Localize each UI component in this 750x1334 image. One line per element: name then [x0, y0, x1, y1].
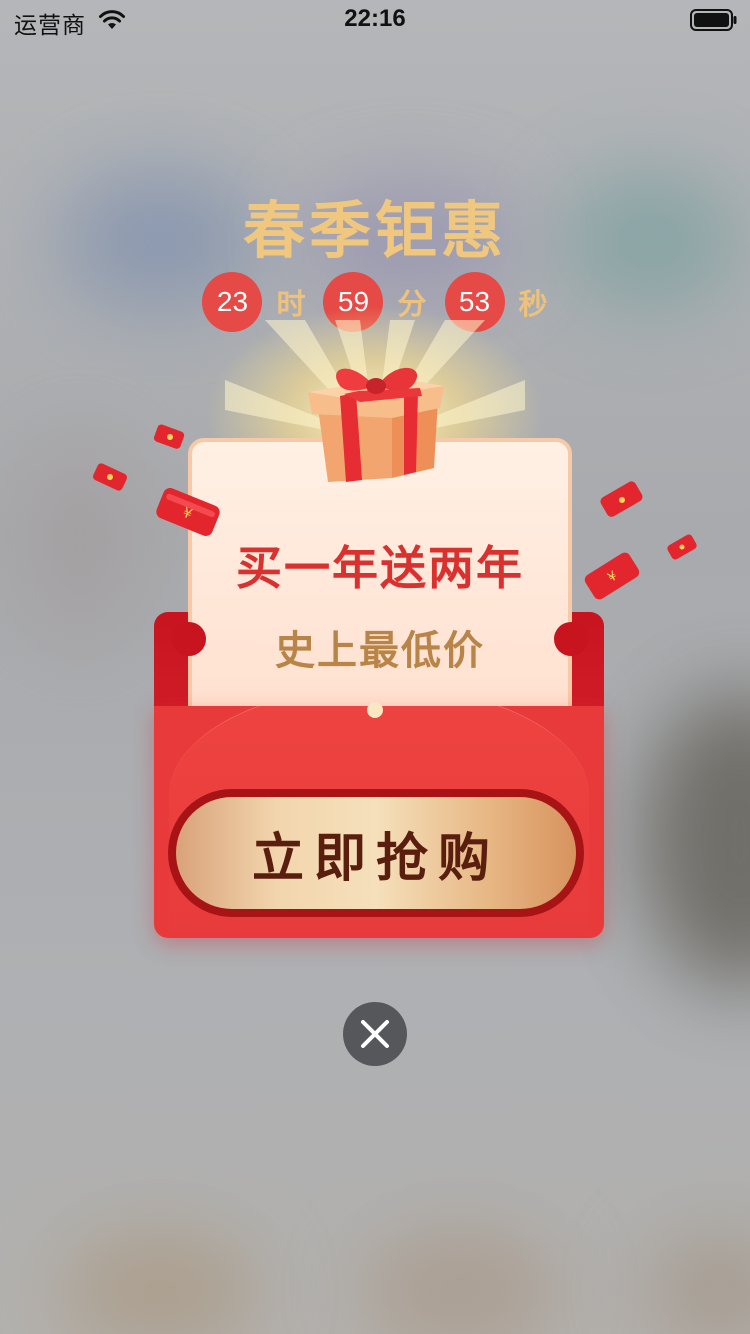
buy-now-label: 立即抢购 [176, 797, 576, 909]
offer-subheadline: 史上最低价 [275, 628, 485, 674]
status-time: 22:16 [344, 5, 406, 32]
red-packet-icon [667, 534, 697, 560]
red-packet-icon: ¥ [584, 552, 640, 600]
gift-box-icon [308, 367, 444, 482]
promo-title: 春季钜惠 [242, 194, 507, 267]
close-button[interactable] [343, 1002, 407, 1066]
battery-icon [690, 9, 737, 31]
envelope-seal-dot [367, 702, 383, 718]
red-packet-icon [600, 481, 643, 517]
red-packet-icon [93, 463, 127, 491]
countdown-seconds-unit: 秒 [518, 287, 548, 321]
status-bar: 运营商 22:16 [0, 0, 750, 40]
buy-now-button[interactable]: 立即抢购 [168, 789, 584, 917]
red-packet-icon: ¥ [156, 488, 220, 536]
red-packet-icon [153, 424, 185, 449]
offer-headline: 买一年送两年 [236, 541, 524, 595]
close-icon [361, 1020, 389, 1048]
